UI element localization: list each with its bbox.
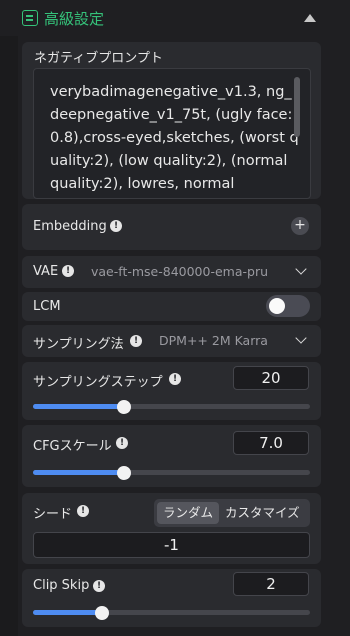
info-icon[interactable]: ! [93, 580, 105, 592]
seed-label: シード [33, 507, 73, 522]
slider-fill [33, 610, 103, 615]
clip-skip-panel: Clip Skip ! 2 [22, 569, 321, 627]
toggle-knob [269, 298, 285, 314]
info-icon[interactable]: ! [116, 437, 128, 449]
info-icon[interactable]: ! [62, 265, 74, 277]
negative-prompt-label: ネガティブプロンプト [34, 51, 163, 66]
caret-up-icon[interactable] [304, 14, 316, 22]
negative-prompt-panel: ネガティブプロンプト verybadimagenegative_v1.3, ng… [22, 42, 321, 199]
vae-panel[interactable]: VAE ! vae-ft-mse-840000-ema-pru [22, 256, 321, 288]
sampler-select-value[interactable]: DPM++ 2M Karra [159, 333, 268, 348]
slider-handle[interactable] [117, 399, 132, 414]
lcm-label: LCM [33, 299, 61, 314]
seed-mode-random[interactable]: ランダム [157, 502, 220, 524]
embedding-label: Embedding [33, 219, 107, 234]
negative-prompt-text: verybadimagenegative_v1.3, ng_deepnegati… [50, 84, 299, 192]
slider-handle[interactable] [95, 605, 110, 620]
seed-input[interactable]: -1 [33, 532, 310, 558]
clip-skip-slider[interactable] [33, 605, 310, 620]
lcm-toggle[interactable] [266, 295, 310, 317]
clip-skip-input[interactable]: 2 [233, 572, 309, 596]
sampler-label: サンプリング法 [33, 337, 124, 352]
embedding-panel: Embedding ! + [22, 204, 321, 250]
chevron-down-icon[interactable] [295, 263, 307, 275]
clip-skip-label: Clip Skip [33, 578, 90, 593]
cfg-scale-label: CFGスケール [33, 439, 112, 454]
plus-circle-icon[interactable]: + [291, 217, 309, 235]
sampling-steps-label: サンプリングステップ [33, 375, 163, 390]
chevron-down-icon[interactable] [295, 332, 307, 344]
cfg-scale-panel: CFGスケール ! 7.0 [22, 425, 321, 487]
lcm-panel: LCM [22, 292, 321, 321]
seed-mode-custom[interactable]: カスタマイズ [219, 502, 306, 524]
textarea-scrollbar[interactable] [294, 77, 300, 137]
seed-mode-segmented: ランダム カスタマイズ [154, 499, 310, 527]
sampling-steps-input[interactable]: 20 [233, 366, 309, 390]
slider-fill [33, 404, 125, 409]
sampling-steps-panel: サンプリングステップ ! 20 [22, 362, 321, 420]
slider-fill [33, 470, 125, 475]
advanced-settings-header[interactable]: 高級設定 [0, 0, 350, 36]
side-rail [0, 36, 18, 636]
seed-panel: シード ! ランダム カスタマイズ -1 [22, 493, 321, 564]
negative-prompt-textarea[interactable]: verybadimagenegative_v1.3, ng_deepnegati… [33, 68, 311, 199]
slider-handle[interactable] [117, 465, 132, 480]
cfg-scale-input[interactable]: 7.0 [233, 431, 309, 455]
cfg-scale-slider[interactable] [33, 465, 310, 480]
section-title: 高級設定 [44, 10, 105, 28]
settings-panel-icon [22, 10, 38, 26]
info-icon[interactable]: ! [77, 505, 89, 517]
info-icon[interactable]: ! [110, 220, 122, 232]
sampling-steps-slider[interactable] [33, 399, 310, 414]
vae-label: VAE [33, 264, 59, 279]
info-icon[interactable]: ! [169, 373, 181, 385]
vae-select-value[interactable]: vae-ft-mse-840000-ema-pru [91, 264, 268, 279]
info-icon[interactable]: ! [130, 335, 142, 347]
sampler-panel[interactable]: サンプリング法 ! DPM++ 2M Karra [22, 325, 321, 357]
